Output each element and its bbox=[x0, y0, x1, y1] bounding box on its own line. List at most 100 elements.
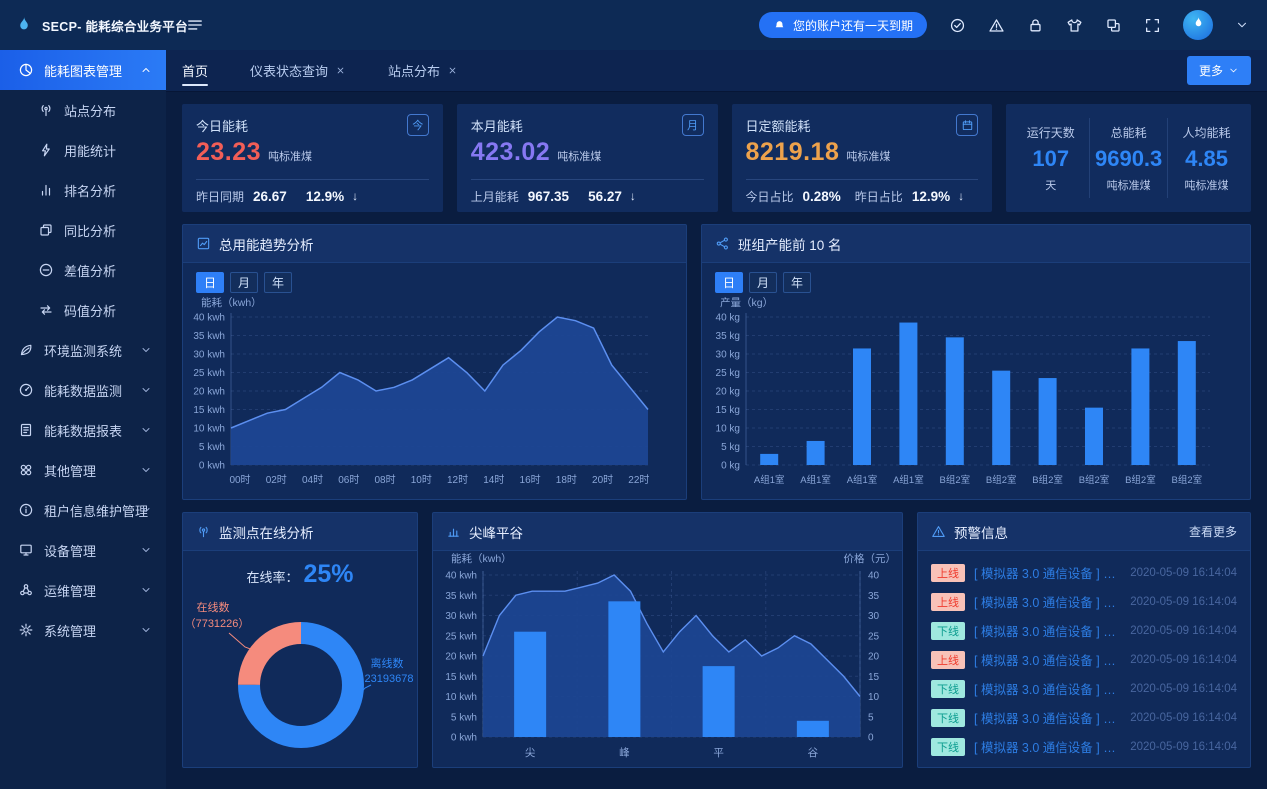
sidebar-item-站点分布[interactable]: 站点分布 bbox=[0, 90, 166, 130]
chevron-up-icon bbox=[140, 64, 152, 76]
check-circle-icon[interactable] bbox=[949, 17, 966, 34]
device-icon bbox=[18, 542, 34, 558]
panel-header: 班组产能前 10 名 bbox=[702, 225, 1250, 263]
down-arrow-icon: ↓ bbox=[630, 189, 636, 203]
alert-row[interactable]: 上线[ 模拟器 3.0 通信设备 ] 模拟器 3.0...2020-05-09 … bbox=[931, 645, 1237, 674]
alert-row[interactable]: 下线[ 模拟器 3.0 通信设备 ] 模拟器 3.0...2020-05-09 … bbox=[931, 616, 1237, 645]
alert-message: [ 模拟器 3.0 通信设备 ] 模拟器 3.0... bbox=[974, 708, 1121, 727]
stat-footer-label: 今日占比 bbox=[746, 188, 794, 205]
svg-text:15 kwh: 15 kwh bbox=[193, 405, 225, 416]
sidebar-item-设备管理[interactable]: 设备管理 bbox=[0, 530, 166, 570]
sidebar-item-环境监测系统[interactable]: 环境监测系统 bbox=[0, 330, 166, 370]
svg-text:A组1室: A组1室 bbox=[847, 474, 878, 486]
sidebar-item-同比分析[interactable]: 同比分析 bbox=[0, 210, 166, 250]
alert-row[interactable]: 下线[ 模拟器 3.0 通信设备 ] 模拟器 3.0...2020-05-09 … bbox=[931, 674, 1237, 703]
tab-首页[interactable]: 首页 bbox=[182, 50, 208, 92]
panel-header: 监测点在线分析 bbox=[183, 513, 417, 551]
lock-icon[interactable] bbox=[1027, 17, 1044, 34]
user-menu-chevron-down-icon[interactable] bbox=[1235, 18, 1249, 32]
svg-text:0 kg: 0 kg bbox=[721, 461, 740, 472]
clover-icon bbox=[18, 462, 34, 478]
svg-text:价格（元）: 价格（元） bbox=[844, 552, 897, 565]
fullscreen-icon[interactable] bbox=[1144, 17, 1161, 34]
stat-value: 423.02 bbox=[471, 138, 550, 167]
account-expiry-notice[interactable]: 您的账户还有一天到期 bbox=[759, 12, 927, 38]
svg-text:35 kwh: 35 kwh bbox=[445, 591, 477, 602]
stat-footer-label: 上月能耗 bbox=[471, 188, 519, 205]
stat-footer-value: 26.67 bbox=[253, 189, 287, 204]
sidebar-item-运维管理[interactable]: 运维管理 bbox=[0, 570, 166, 610]
layers-icon[interactable] bbox=[1105, 17, 1122, 34]
svg-text:能耗（kwh）: 能耗（kwh） bbox=[201, 296, 262, 309]
svg-text:平: 平 bbox=[713, 747, 724, 759]
svg-text:20时: 20时 bbox=[592, 474, 613, 486]
panel-title: 班组产能前 10 名 bbox=[738, 234, 842, 254]
app-logo: SECP- 能耗综合业务平台 bbox=[0, 0, 166, 50]
online-donut-chart: 在线数（7731226）离线数23193678 bbox=[183, 589, 417, 768]
stat-footer-value: 0.28% bbox=[803, 189, 841, 204]
tab-bar: 首页仪表状态查询站点分布 更多 bbox=[166, 50, 1267, 92]
alert-row[interactable]: 下线[ 模拟器 3.0 通信设备 ] 模拟器 3.0...2020-05-09 … bbox=[931, 732, 1237, 761]
period-toggle-年[interactable]: 年 bbox=[783, 272, 811, 293]
sidebar-item-用能统计[interactable]: 用能统计 bbox=[0, 130, 166, 170]
alert-timestamp: 2020-05-09 16:14:04 bbox=[1130, 712, 1237, 724]
sidebar-item-label: 站点分布 bbox=[64, 101, 116, 120]
more-tabs-button[interactable]: 更多 bbox=[1187, 56, 1251, 85]
chevron-down-icon bbox=[140, 464, 152, 476]
sidebar-item-其他管理[interactable]: 其他管理 bbox=[0, 450, 166, 490]
sidebar-item-租户信息维护管理[interactable]: 租户信息维护管理 bbox=[0, 490, 166, 530]
svg-text:08时: 08时 bbox=[374, 474, 395, 486]
svg-text:06时: 06时 bbox=[338, 474, 359, 486]
svg-text:离线数: 离线数 bbox=[371, 656, 404, 670]
panel-body: 日月年 0 kwh5 kwh10 kwh15 kwh20 kwh25 kwh30… bbox=[183, 263, 686, 499]
alert-list: 上线[ 模拟器 3.0 通信设备 ] 模拟器 3.0...2020-05-09 … bbox=[918, 551, 1250, 761]
avatar[interactable] bbox=[1183, 10, 1213, 40]
tab-仪表状态查询[interactable]: 仪表状态查询 bbox=[250, 50, 346, 92]
summary-unit: 天 bbox=[1045, 177, 1056, 193]
antenna-icon bbox=[38, 102, 54, 118]
view-more-link[interactable]: 查看更多 bbox=[1189, 523, 1237, 540]
panel-header: 预警信息 查看更多 bbox=[918, 513, 1250, 551]
svg-text:12时: 12时 bbox=[447, 474, 468, 486]
panel-body: 在线率：25% 在线数（7731226）离线数23193678 bbox=[183, 551, 417, 768]
menu-collapse-icon[interactable] bbox=[186, 16, 204, 34]
panel-title: 尖峰平谷 bbox=[469, 522, 523, 542]
status-badge: 下线 bbox=[931, 680, 965, 698]
status-badge: 下线 bbox=[931, 622, 965, 640]
alert-row[interactable]: 上线[ 模拟器 3.0 通信设备 ] 模拟器 3.0...2020-05-09 … bbox=[931, 587, 1237, 616]
tab-站点分布[interactable]: 站点分布 bbox=[388, 50, 458, 92]
period-toggle-月[interactable]: 月 bbox=[749, 272, 777, 293]
period-toggle-日[interactable]: 日 bbox=[715, 272, 743, 293]
svg-text:B组2室: B组2室 bbox=[1125, 474, 1156, 486]
bottom-row: 监测点在线分析 在线率：25% 在线数（7731226）离线数23193678 … bbox=[182, 512, 1251, 768]
sidebar-item-label: 其他管理 bbox=[44, 461, 96, 480]
gear-icon bbox=[18, 622, 34, 638]
alert-row[interactable]: 下线[ 模拟器 3.0 通信设备 ] 模拟器 3.0...2020-05-09 … bbox=[931, 703, 1237, 732]
sidebar-item-能耗图表管理[interactable]: 能耗图表管理 bbox=[0, 50, 166, 90]
theme-shirt-icon[interactable] bbox=[1066, 17, 1083, 34]
sidebar-item-能耗数据监测[interactable]: 能耗数据监测 bbox=[0, 370, 166, 410]
stat-footer-label: 昨日占比 bbox=[855, 188, 903, 205]
sidebar-item-排名分析[interactable]: 排名分析 bbox=[0, 170, 166, 210]
stat-unit: 吨标准煤 bbox=[557, 148, 601, 164]
alert-message: [ 模拟器 3.0 通信设备 ] 模拟器 3.0... bbox=[974, 563, 1121, 582]
sidebar-item-差值分析[interactable]: 差值分析 bbox=[0, 250, 166, 290]
tab-close-icon[interactable] bbox=[335, 65, 346, 76]
tab-close-icon[interactable] bbox=[447, 65, 458, 76]
svg-text:04时: 04时 bbox=[302, 474, 323, 486]
sidebar-item-label: 运维管理 bbox=[44, 581, 96, 600]
sidebar-item-码值分析[interactable]: 码值分析 bbox=[0, 290, 166, 330]
sidebar-item-label: 设备管理 bbox=[44, 541, 96, 560]
period-toggle-日[interactable]: 日 bbox=[196, 272, 224, 293]
notice-text: 您的账户还有一天到期 bbox=[793, 17, 913, 34]
alert-row[interactable]: 上线[ 模拟器 3.0 通信设备 ] 模拟器 3.0...2020-05-09 … bbox=[931, 558, 1237, 587]
sidebar-item-能耗数据报表[interactable]: 能耗数据报表 bbox=[0, 410, 166, 450]
period-toggle-月[interactable]: 月 bbox=[230, 272, 258, 293]
period-toggle-年[interactable]: 年 bbox=[264, 272, 292, 293]
warning-triangle-icon[interactable] bbox=[988, 17, 1005, 34]
alert-timestamp: 2020-05-09 16:14:04 bbox=[1130, 654, 1237, 666]
sidebar-item-系统管理[interactable]: 系统管理 bbox=[0, 610, 166, 650]
sidebar-item-label: 系统管理 bbox=[44, 621, 96, 640]
svg-text:35 kg: 35 kg bbox=[716, 331, 740, 342]
sidebar-item-label: 能耗数据报表 bbox=[44, 421, 122, 440]
